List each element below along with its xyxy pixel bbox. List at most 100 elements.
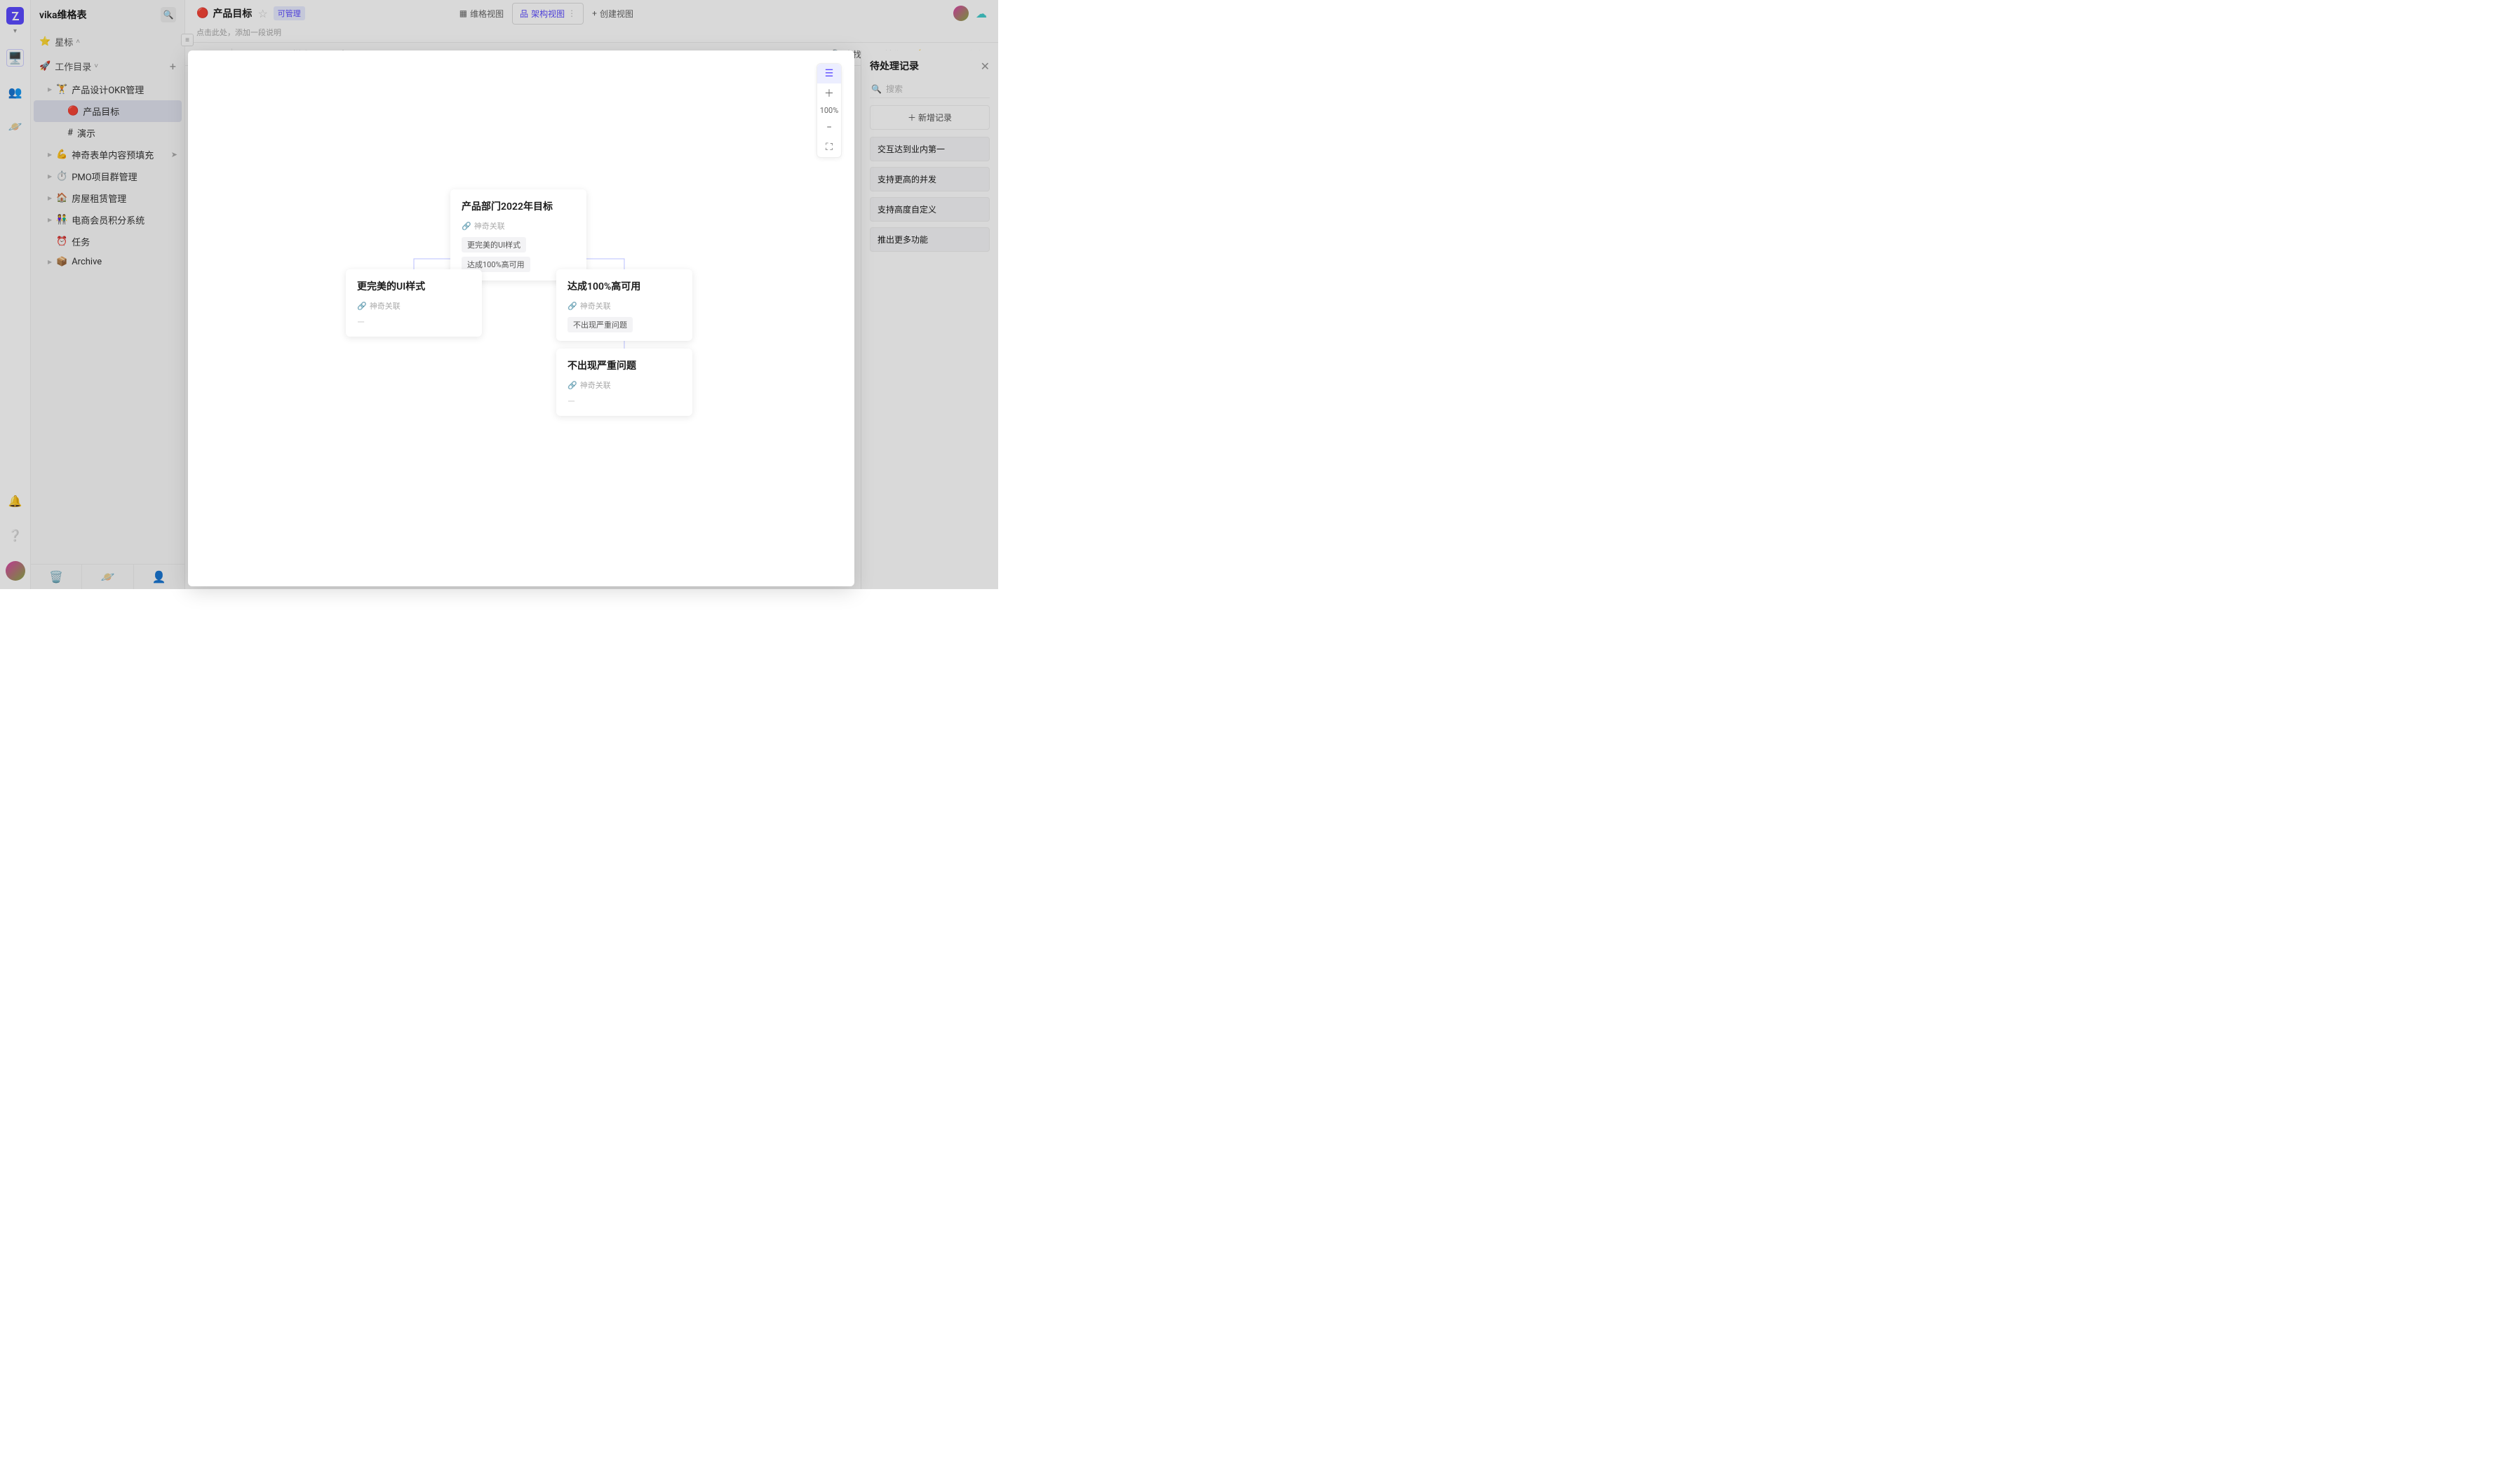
sidebar-item[interactable]: ▶🏋️ 产品设计OKR管理 [31,79,184,100]
sidebar: vika维格表 🔍 ⭐ 星标 ˄ 🚀 工作目录 ˅ + ▶🏋️产品设计OKR管理… [31,0,185,589]
outline-button[interactable]: ☰ [817,64,841,83]
org-node-empty: — [567,396,681,407]
org-node-title: 不出现严重问题 [567,358,681,372]
org-node[interactable]: 达成100%高可用 🔗神奇关联 不出现严重问题 [556,269,692,341]
nav-bell-icon[interactable]: 🔔 [6,492,24,510]
org-node[interactable]: 更完美的UI样式 🔗神奇关联 — [346,269,482,337]
nav-desktop-icon[interactable]: 🖥️ [6,49,24,67]
node-emoji: 💪 [56,149,67,160]
close-icon[interactable]: ✕ [981,60,990,73]
org-node[interactable]: 不出现严重问题 🔗神奇关联 — [556,349,692,416]
doc-title[interactable]: 产品目标 [213,6,252,20]
sidebar-section-label: 工作目录 [55,60,91,73]
sidebar-item[interactable]: # 演示 [31,122,184,144]
pending-record[interactable]: 支持高度自定义 [870,197,990,222]
pending-record[interactable]: 推出更多功能 [870,227,990,252]
pending-search[interactable]: 🔍 搜索 [870,80,990,98]
star-icon[interactable]: ☆ [257,7,267,20]
node-emoji: 🏋️ [56,84,67,95]
pending-title: 待处理记录 [870,59,981,73]
collapse-sidebar-icon[interactable]: ≡ [181,34,194,46]
nav-planet-icon[interactable]: 🪐 [6,118,24,135]
chevron-up-icon: ˄ [76,38,80,46]
sidebar-item-label: 电商会员积分系统 [72,213,144,227]
sidebar-item[interactable]: ▶💪神奇表单内容预填充➤ [31,144,184,166]
zoom-out-button[interactable]: − [817,118,841,137]
sidebar-item-label: 房屋租赁管理 [72,191,126,205]
doc-subtitle[interactable]: 点击此处，添加一段说明 [185,27,998,42]
sidebar-section-label: 星标 [55,35,73,48]
org-node-link: 神奇关联 [474,220,505,231]
link-icon: 🔗 [567,302,577,311]
workspace-title: vika维格表 [39,8,161,22]
node-emoji: 👫 [56,215,67,225]
sidebar-section-workdir[interactable]: 🚀 工作目录 ˅ + [31,54,184,79]
star-icon: ⭐ [39,36,51,47]
sidebar-tree: ▶🏋️产品设计OKR管理🔴产品目标#演示▶💪神奇表单内容预填充➤▶⏱️PMO项目… [31,79,184,564]
zoom-level: 100% [820,103,839,118]
node-emoji: ⏱️ [56,171,67,182]
template-button[interactable]: 🪐 [82,565,133,589]
search-icon: 🔍 [871,84,882,94]
node-emoji: 🔴 [67,106,79,116]
fit-screen-button[interactable]: ⛶ [817,137,841,157]
avatar[interactable] [6,561,25,581]
pending-panel: 待处理记录 ✕ 🔍 搜索 ＋ 新增记录 交互达到业内第一支持更高的并发支持高度自… [861,50,998,589]
view-tab-arch[interactable]: 品架构视图⋮ [512,3,584,25]
sync-icon[interactable]: ☁ [976,7,987,20]
trash-button[interactable]: 🗑️ [31,565,82,589]
org-node-tag[interactable]: 更完美的UI样式 [462,237,526,252]
view-tab-create[interactable]: +创建视图 [585,4,640,24]
sidebar-item-label: 产品设计OKR管理 [72,83,144,96]
node-emoji: ⏰ [56,236,67,247]
nav-help-icon[interactable]: ❔ [6,527,24,544]
link-icon: 🔗 [357,302,367,311]
org-icon: 品 [520,8,528,20]
share-icon: ➤ [171,150,177,159]
sidebar-item[interactable]: ⏰ 任务 [31,231,184,252]
sidebar-item[interactable]: ▶⏱️ PMO项目群管理 [31,166,184,187]
sidebar-item-label: PMO项目群管理 [72,170,137,183]
chevron-down-icon: ˅ [94,62,98,70]
rocket-icon: 🚀 [39,61,51,72]
collaborator-avatar[interactable] [953,6,969,21]
org-chart-panel: 产品部门2022年目标 🔗神奇关联 更完美的UI样式 达成100%高可用 更完美… [188,50,854,586]
sidebar-item[interactable]: ▶📦Archive [31,252,184,271]
permission-badge[interactable]: 可管理 [274,6,305,20]
add-node-icon[interactable]: + [170,60,176,73]
nav-contacts-icon[interactable]: 👥 [6,83,24,101]
search-icon[interactable]: 🔍 [161,7,176,22]
link-icon: 🔗 [462,222,471,231]
invite-button[interactable]: 👤 [134,565,184,589]
sidebar-section-starred[interactable]: ⭐ 星标 ˄ [31,29,184,54]
sidebar-item-label: 产品目标 [83,104,119,118]
kebab-icon[interactable]: ⋮ [567,8,576,18]
sidebar-item[interactable]: ▶👫电商会员积分系统 [31,209,184,231]
grid-icon: ▦ [459,8,467,18]
org-node-tag[interactable]: 不出现严重问题 [567,317,633,332]
logo[interactable] [6,7,24,25]
add-record-button[interactable]: ＋ 新增记录 [870,105,990,130]
zoom-in-button[interactable]: ＋ [817,83,841,103]
zoom-controls: ☰ ＋ 100% − ⛶ [816,63,842,158]
org-node-root[interactable]: 产品部门2022年目标 🔗神奇关联 更完美的UI样式 达成100%高可用 [450,189,586,281]
sidebar-item[interactable]: ▶🏠房屋租赁管理 [31,187,184,209]
org-node-title: 达成100%高可用 [567,279,681,293]
pending-record[interactable]: 支持更高的并发 [870,167,990,191]
view-tab-grid[interactable]: ▦维格视图 [452,4,511,24]
pending-search-placeholder: 搜索 [886,83,903,95]
chevron-right-icon: ▶ [48,173,53,180]
sidebar-item-label: 任务 [72,235,90,248]
chevron-right-icon: ▶ [48,86,53,93]
sidebar-item[interactable]: 🔴 产品目标 [34,100,182,122]
org-node-link: 神奇关联 [580,379,611,391]
org-node-link: 神奇关联 [580,300,611,311]
org-node-title: 更完美的UI样式 [357,279,471,293]
node-emoji: # [67,128,73,138]
pending-record[interactable]: 交互达到业内第一 [870,137,990,161]
nav-rail: ▾ 🖥️ 👥 🪐 🔔 ❔ [0,0,31,589]
view-tabs: ▦维格视图 品架构视图⋮ +创建视图 [452,3,640,25]
workspace-dropdown-icon[interactable]: ▾ [13,27,17,35]
doc-emoji[interactable]: 🔴 [196,8,208,19]
sidebar-item-label: 演示 [77,126,95,140]
